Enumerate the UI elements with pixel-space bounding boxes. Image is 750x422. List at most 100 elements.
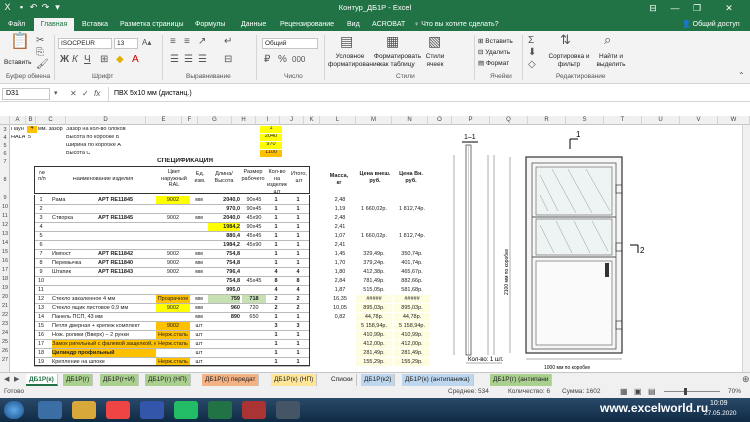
sheet-tab-3[interactable]: ДБ1Р(г) (НП): [145, 374, 191, 386]
wrap-text-icon[interactable]: ↵: [224, 37, 232, 47]
spec-price-ext[interactable]: [356, 196, 392, 204]
spec-mass[interactable]: [328, 358, 352, 366]
row-header-24[interactable]: 24: [0, 329, 10, 338]
spec-mass[interactable]: 16,35: [328, 295, 352, 303]
spec-price-ext[interactable]: 329,49р.: [356, 250, 392, 258]
tab-formulas[interactable]: Формулы: [193, 18, 227, 31]
name-box[interactable]: D31: [2, 88, 50, 100]
col-header-k[interactable]: K: [304, 116, 320, 125]
spec-price-ext[interactable]: 44,78р.: [356, 313, 392, 321]
spec-price-int[interactable]: 410,99р.: [394, 331, 430, 339]
row-header-22[interactable]: 22: [0, 311, 10, 320]
cancel-icon[interactable]: ✕: [70, 89, 77, 99]
spec-price-ext[interactable]: [356, 223, 392, 231]
col-header-j[interactable]: J: [280, 116, 304, 125]
spec-price-ext[interactable]: [356, 214, 392, 222]
cell-j6[interactable]: 1100: [260, 150, 282, 157]
spec-mass[interactable]: 10,05: [328, 304, 352, 312]
col-header-o[interactable]: O: [428, 116, 452, 125]
cell-a3[interactable]: Паун: [11, 127, 24, 133]
sheet-tab-5[interactable]: ДБ1Р(к) (НП): [271, 374, 318, 386]
col-header-h[interactable]: H: [232, 116, 256, 125]
col-header-f[interactable]: F: [182, 116, 198, 125]
conditional-format-button[interactable]: Условное форматирование: [328, 53, 380, 69]
align-middle-icon[interactable]: ≡: [184, 37, 190, 47]
enter-icon[interactable]: ✓: [82, 89, 89, 99]
number-format-combo[interactable]: Общий: [262, 38, 318, 49]
tab-page-layout[interactable]: Разметка страницы: [118, 18, 186, 31]
taskbar-app2-icon[interactable]: [276, 401, 300, 419]
tab-scroll-left-icon[interactable]: ◀: [4, 375, 9, 385]
row-header-9[interactable]: 9: [0, 194, 10, 203]
col-header-l[interactable]: L: [320, 116, 356, 125]
col-header-v[interactable]: V: [680, 116, 718, 125]
format-cells-button[interactable]: ▤ Формат: [478, 59, 509, 67]
spec-price-int[interactable]: [394, 214, 430, 222]
minimize-button[interactable]: —: [664, 0, 686, 17]
col-header-m[interactable]: M: [356, 116, 392, 125]
sheet-tab-0[interactable]: ДБ1Р(к): [26, 374, 58, 386]
tab-insert[interactable]: Вставка: [80, 18, 110, 31]
cell-j4[interactable]: 2040: [260, 134, 282, 141]
taskbar-media-icon[interactable]: [140, 401, 164, 419]
add-sheet-icon[interactable]: ⊕: [742, 374, 750, 384]
row-header-19[interactable]: 19: [0, 284, 10, 293]
row-header-6[interactable]: 6: [0, 150, 10, 158]
row-header-16[interactable]: 16: [0, 257, 10, 266]
spec-mass[interactable]: [328, 349, 352, 357]
spec-price-ext[interactable]: 379,24р.: [356, 259, 392, 267]
row-header-12[interactable]: 12: [0, 221, 10, 230]
borders-icon[interactable]: ⊞: [100, 55, 108, 65]
spec-mass[interactable]: 2,41: [328, 223, 352, 231]
paste-icon[interactable]: 📋: [10, 34, 30, 50]
taskbar-explorer-icon[interactable]: [38, 401, 62, 419]
spec-price-int[interactable]: 350,74р.: [394, 250, 430, 258]
spec-price-int[interactable]: 581,68р.: [394, 286, 430, 294]
spec-price-ext[interactable]: 1 660,02р.: [356, 232, 392, 240]
spec-price-int[interactable]: 401,74р.: [394, 259, 430, 267]
sort-filter-button[interactable]: Сортировка и фильтр: [548, 53, 590, 69]
autosum-icon[interactable]: Σ: [528, 36, 534, 46]
col-header-e[interactable]: E: [146, 116, 182, 125]
zoom-level[interactable]: 70%: [728, 388, 741, 395]
zoom-slider[interactable]: [664, 391, 720, 392]
spec-mass[interactable]: 1,19: [328, 205, 352, 213]
row-header-27[interactable]: 27: [0, 356, 10, 365]
row-header-5[interactable]: 5: [0, 142, 10, 150]
sheet-tab-2[interactable]: ДБ1Р(г+И): [100, 374, 139, 386]
col-header-n[interactable]: N: [392, 116, 428, 125]
cell-j5[interactable]: 970: [260, 142, 282, 149]
spec-price-int[interactable]: 155,29р.: [394, 358, 430, 366]
clear-icon[interactable]: ◇: [528, 60, 536, 70]
spec-price-int[interactable]: 412,00р.: [394, 340, 430, 348]
collapse-ribbon-icon[interactable]: ⌃: [738, 71, 745, 81]
spec-price-ext[interactable]: 155,29р.: [356, 358, 392, 366]
sheet-tab-7[interactable]: ДБ1Р(к2): [361, 374, 396, 386]
spec-mass[interactable]: [328, 340, 352, 348]
col-header-q[interactable]: Q: [490, 116, 528, 125]
row-header-23[interactable]: 23: [0, 320, 10, 329]
row-header-11[interactable]: 11: [0, 212, 10, 221]
sheet-tab-6[interactable]: Списки: [328, 374, 357, 386]
cell-d4[interactable]: Высота по коробке Б: [66, 135, 119, 141]
spec-price-ext[interactable]: 781,49р.: [356, 277, 392, 285]
zoom-thumb[interactable]: [684, 388, 687, 395]
font-size-combo[interactable]: 13: [114, 38, 138, 49]
spreadsheet-grid[interactable]: Паун 4 мм. зазор Зазор на кол-во блоков …: [10, 125, 440, 372]
spec-price-ext[interactable]: 410,99р.: [356, 331, 392, 339]
close-button[interactable]: ✕: [708, 0, 750, 17]
spec-price-ext[interactable]: 412,38р.: [356, 268, 392, 276]
row-header-14[interactable]: 14: [0, 239, 10, 248]
row-header-20[interactable]: 20: [0, 293, 10, 302]
cell-c3[interactable]: мм. зазор: [38, 127, 63, 133]
find-select-icon[interactable]: ⌕: [604, 33, 611, 46]
cell-b3[interactable]: 4: [27, 126, 37, 133]
format-painter-icon[interactable]: 🖌: [36, 60, 49, 70]
col-header-s[interactable]: S: [566, 116, 604, 125]
font-color-icon[interactable]: A: [132, 55, 139, 65]
cell-styles-icon[interactable]: ▧: [428, 34, 441, 48]
cell-d5[interactable]: Ширина по коробке А: [66, 143, 121, 149]
row-header-3[interactable]: 3: [0, 126, 10, 134]
start-button[interactable]: [4, 401, 24, 419]
ribbon-display-button[interactable]: ⊟: [642, 0, 664, 17]
